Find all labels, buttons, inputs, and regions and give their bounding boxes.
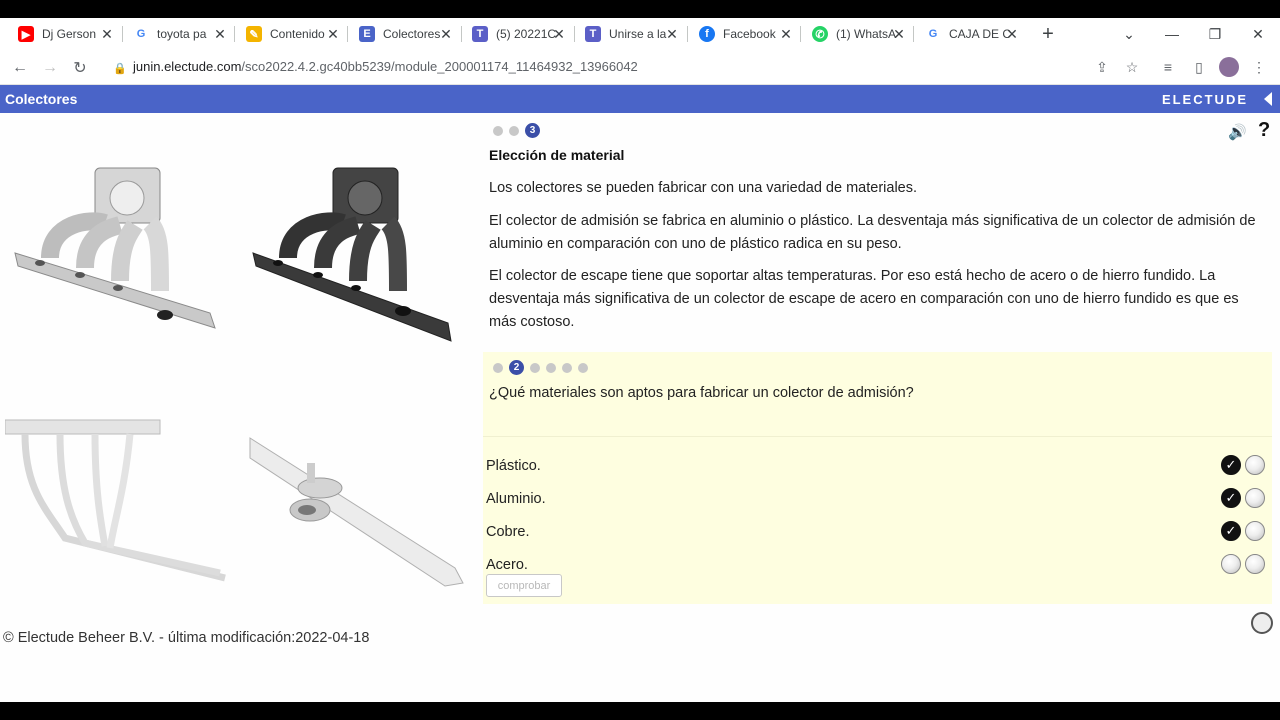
browser-tab-strip: ▶ Dj Gerson ✕ G toyota pa ✕ ✎ Contenido …	[0, 18, 1280, 50]
close-window-button[interactable]: ✕	[1236, 18, 1280, 50]
progress-dot[interactable]	[530, 362, 540, 373]
app-header: Colectores ELECTUDE	[0, 85, 1280, 113]
tab-title: Dj Gerson	[42, 27, 97, 41]
google-icon: G	[928, 28, 938, 40]
progress-dot[interactable]	[493, 125, 503, 136]
incorrect-radio[interactable]	[1245, 554, 1265, 574]
tab-title: (5) 20221C	[496, 27, 557, 41]
browser-tab[interactable]: T (5) 20221C ✕	[472, 18, 566, 50]
quiz-option-label: Plástico.	[486, 458, 541, 474]
correct-radio[interactable]: ✓	[1221, 488, 1241, 508]
quiz-question: ¿Qué materiales son aptos para fabricar …	[489, 385, 914, 401]
lesson-paragraph: El colector de admisión se fabrica en al…	[489, 213, 1256, 252]
incorrect-radio[interactable]	[1245, 488, 1265, 508]
aluminum-manifold-image	[14, 167, 216, 329]
youtube-icon: ▶	[18, 26, 34, 42]
quiz-option-label: Cobre.	[486, 524, 530, 540]
reload-icon[interactable]: ↻	[68, 56, 92, 80]
quiz-option-label: Acero.	[486, 557, 528, 573]
google-icon: G	[136, 28, 146, 40]
teams-icon: T	[472, 26, 488, 42]
tab-title: CAJA DE C	[949, 27, 1011, 41]
close-tab-icon[interactable]: ✕	[892, 26, 906, 43]
restore-button[interactable]: ❐	[1193, 18, 1237, 50]
close-tab-icon[interactable]: ✕	[100, 26, 114, 43]
electude-icon: E	[359, 26, 375, 42]
browser-tab[interactable]: E Colectores ✕	[359, 18, 453, 50]
progress-dot[interactable]	[493, 362, 503, 373]
menu-icon[interactable]: ⋮	[1249, 57, 1269, 77]
correct-radio[interactable]: ✓	[1221, 521, 1241, 541]
whatsapp-icon: ✆	[812, 26, 828, 42]
minimize-button[interactable]: —	[1150, 18, 1194, 50]
notes-icon: ✎	[246, 26, 262, 42]
browser-tab[interactable]: G CAJA DE C ✕	[925, 18, 1019, 50]
back-icon[interactable]: ←	[8, 56, 32, 80]
progress-dot[interactable]	[509, 125, 519, 136]
quiz-option-label: Aluminio.	[486, 491, 546, 507]
browser-tab[interactable]: f Facebook ✕	[699, 18, 793, 50]
address-bar[interactable]: junin.electude.com/sco2022.4.2.gc40bb523…	[133, 59, 638, 74]
browser-tab[interactable]: ✆ (1) WhatsA ✕	[812, 18, 906, 50]
forward-icon[interactable]: →	[38, 56, 62, 80]
tab-title: toyota pa	[157, 27, 207, 41]
help-icon[interactable]: ?	[1258, 119, 1270, 142]
close-tab-icon[interactable]: ✕	[1005, 26, 1019, 43]
close-tab-icon[interactable]: ✕	[779, 26, 793, 43]
tab-search-icon[interactable]: ⌄	[1107, 18, 1151, 50]
incorrect-radio[interactable]	[1245, 521, 1265, 541]
progress-dot-current[interactable]: 2	[509, 360, 524, 375]
side-panel-icon[interactable]: ▯	[1189, 57, 1209, 77]
quiz-panel: 2 ¿Qué materiales son aptos para fabrica…	[483, 352, 1272, 604]
lesson-progress-dots: 3	[493, 123, 540, 138]
brand-logo: ELECTUDE	[1161, 92, 1248, 107]
tab-title: Colectores	[383, 27, 441, 41]
cast-iron-exhaust-manifold-image	[249, 437, 464, 587]
close-tab-icon[interactable]: ✕	[326, 26, 340, 43]
plastic-manifold-image	[252, 167, 452, 342]
teams-icon: T	[585, 26, 601, 42]
footer-copyright: © Electude Beheer B.V. - última modifica…	[3, 630, 370, 646]
correct-radio[interactable]: ✓	[1221, 455, 1241, 475]
share-icon[interactable]: ⇪	[1092, 57, 1112, 77]
url-path: /sco2022.4.2.gc40bb5239/module_200001174…	[241, 59, 638, 74]
browser-tab[interactable]: G toyota pa ✕	[133, 18, 227, 50]
incorrect-radio[interactable]	[1245, 455, 1265, 475]
progress-dot-current[interactable]: 3	[525, 123, 540, 138]
lesson-heading: Elección de material	[489, 147, 625, 163]
check-button[interactable]: comprobar	[486, 574, 562, 597]
collapse-arrow-icon[interactable]	[1264, 92, 1272, 106]
new-tab-button[interactable]: +	[1036, 18, 1060, 50]
lesson-paragraph: Los colectores se pueden fabricar con un…	[489, 180, 918, 196]
url-host: junin.electude.com	[133, 59, 242, 74]
page-title: Colectores	[5, 91, 78, 107]
progress-dot[interactable]	[562, 362, 572, 373]
steel-exhaust-manifold-image	[5, 419, 226, 582]
correct-radio[interactable]	[1221, 554, 1241, 574]
close-tab-icon[interactable]: ✕	[552, 26, 566, 43]
close-tab-icon[interactable]: ✕	[213, 26, 227, 43]
facebook-icon: f	[699, 26, 715, 42]
lesson-content: 3 🔊 ? Elección de material Los colectore…	[0, 113, 1280, 702]
progress-dot[interactable]	[578, 362, 588, 373]
tab-title: (1) WhatsA	[836, 27, 897, 41]
speaker-icon[interactable]: 🔊	[1228, 123, 1247, 141]
browser-tab[interactable]: ✎ Contenido ✕	[246, 18, 340, 50]
quiz-progress-dots: 2	[493, 360, 588, 375]
tab-title: Facebook	[723, 27, 776, 41]
browser-toolbar: ← → ↻ 🔒 junin.electude.com/sco2022.4.2.g…	[0, 50, 1280, 85]
reading-list-icon[interactable]: ≡	[1158, 57, 1178, 77]
progress-dot[interactable]	[546, 362, 556, 373]
browser-tab[interactable]: T Unirse a la ✕	[585, 18, 679, 50]
chat-icon[interactable]	[1251, 612, 1273, 634]
tab-title: Unirse a la	[609, 27, 667, 41]
close-tab-icon[interactable]: ✕	[665, 26, 679, 43]
tab-title: Contenido	[270, 27, 325, 41]
avatar[interactable]	[1219, 57, 1239, 77]
lesson-paragraph: El colector de escape tiene que soportar…	[489, 268, 1239, 330]
close-tab-icon[interactable]: ✕	[439, 26, 453, 43]
bookmark-star-icon[interactable]: ☆	[1122, 57, 1142, 77]
browser-tab[interactable]: ▶ Dj Gerson ✕	[18, 18, 114, 50]
lock-icon[interactable]: 🔒	[108, 56, 132, 80]
